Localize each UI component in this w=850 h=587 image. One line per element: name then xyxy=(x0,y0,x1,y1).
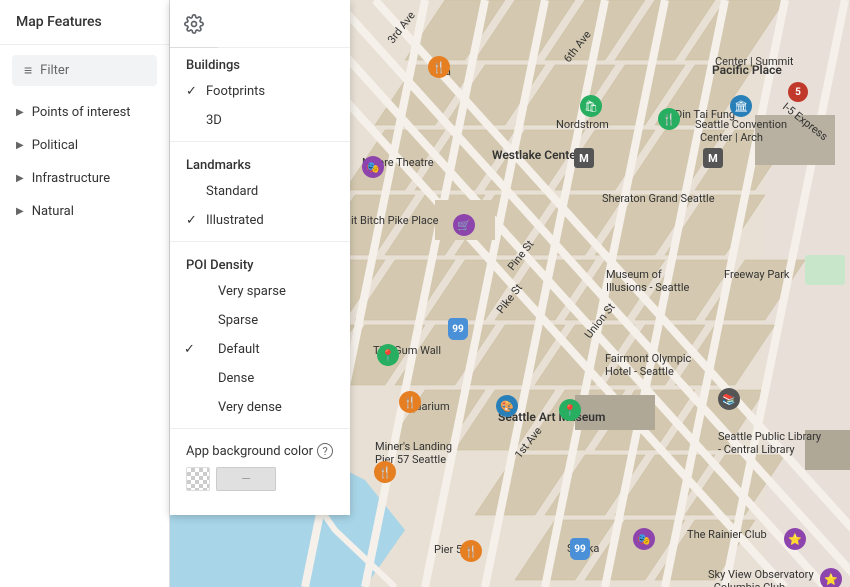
dropdown-item-label-standard: Standard xyxy=(206,184,258,199)
dropdown-item-label-sparse: Sparse xyxy=(218,313,258,328)
sidebar-item-political[interactable]: ▶ Political xyxy=(0,129,169,162)
dropdown-item-label-default: Default xyxy=(218,342,260,357)
poi-miners-food[interactable]: 🍴 xyxy=(374,461,396,483)
poi-skalka[interactable]: 🎭 xyxy=(633,528,655,550)
section-header-landmarks: Landmarks xyxy=(170,148,350,177)
app-bg-text: App background color xyxy=(186,444,313,459)
check-icon-default: ✓ xyxy=(184,342,195,357)
dropdown-item-label-footprints: Footprints xyxy=(206,84,265,99)
gear-icon xyxy=(184,14,204,34)
filter-icon: ≡ xyxy=(24,62,32,79)
dropdown-item-standard[interactable]: Standard xyxy=(170,177,350,206)
chevron-icon-poi: ▶ xyxy=(16,107,24,118)
dropdown-item-label-very-sparse: Very sparse xyxy=(218,284,286,299)
dropdown-item-illustrated[interactable]: ✓ Illustrated xyxy=(170,206,350,235)
route-i5-shield: 5 xyxy=(788,82,808,102)
check-icon-illustrated: ✓ xyxy=(186,213,197,228)
route-99-shield: 99 xyxy=(448,318,468,340)
dropdown-item-sparse[interactable]: Sparse xyxy=(170,306,350,335)
dropdown-item-3d[interactable]: 3D xyxy=(170,106,350,135)
section-header-poi-density: POI Density xyxy=(170,248,350,277)
filter-label: Filter xyxy=(40,63,69,78)
poi-convention-metro[interactable]: M xyxy=(703,148,723,168)
poi-convention[interactable]: 🏛 xyxy=(730,95,752,117)
app-bg-row: App background color ? xyxy=(170,435,350,467)
dropdown-item-very-sparse[interactable]: Very sparse xyxy=(170,277,350,306)
dropdown-item-very-dense[interactable]: Very dense xyxy=(170,393,350,422)
poi-aquarium-food[interactable]: 🍴 xyxy=(399,391,421,413)
sidebar-item-label-natural: Natural xyxy=(32,204,74,219)
dropdown-item-footprints[interactable]: ✓ Footprints xyxy=(170,77,350,106)
color-checker-swatch[interactable] xyxy=(186,467,210,491)
divider-1 xyxy=(170,141,350,142)
sidebar: Map Features ≡ Filter ▶ Points of intere… xyxy=(0,0,170,587)
route-99-shield-2: 99 xyxy=(570,538,590,560)
poi-pike-place[interactable]: 🛒 xyxy=(453,214,475,236)
color-display-value[interactable]: — xyxy=(216,467,276,491)
poi-moore[interactable]: 🎭 xyxy=(362,156,384,178)
chevron-icon-natural: ▶ xyxy=(16,206,24,217)
dropdown-item-label-3d: 3D xyxy=(206,113,222,128)
divider-2 xyxy=(170,241,350,242)
sidebar-item-label-political: Political xyxy=(32,138,78,153)
chevron-icon-political: ▶ xyxy=(16,140,24,151)
sidebar-item-infrastructure[interactable]: ▶ Infrastructure xyxy=(0,162,169,195)
poi-nordstrom[interactable]: 🛍 xyxy=(580,95,602,117)
divider-3 xyxy=(170,428,350,429)
gear-button[interactable] xyxy=(170,0,218,48)
poi-sky-view[interactable]: ⭐ xyxy=(820,568,842,587)
dropdown-item-label-dense: Dense xyxy=(218,371,254,386)
poi-din-tai[interactable]: 🍴 xyxy=(658,108,680,130)
poi-library[interactable]: 📚 xyxy=(718,388,740,410)
sidebar-item-label-infrastructure: Infrastructure xyxy=(32,171,110,186)
dropdown-item-label-illustrated: Illustrated xyxy=(206,213,264,228)
sidebar-title: Map Features xyxy=(0,0,169,45)
sidebar-item-label-poi: Points of interest xyxy=(32,105,131,120)
dropdown-item-label-very-dense: Very dense xyxy=(218,400,282,415)
app-bg-label: App background color ? xyxy=(186,443,333,459)
poi-rainier[interactable]: ⭐ xyxy=(784,528,806,550)
dropdown-item-default[interactable]: ✓ Default xyxy=(170,335,350,364)
poi-gum-wall2[interactable]: 📍 xyxy=(559,399,581,421)
dropdown-panel: Buildings ✓ Footprints 3D Landmarks Stan… xyxy=(170,0,350,515)
dropdown-item-dense[interactable]: Dense xyxy=(170,364,350,393)
sidebar-item-poi[interactable]: ▶ Points of interest xyxy=(0,96,169,129)
help-icon[interactable]: ? xyxy=(317,443,333,459)
poi-westlake-metro[interactable]: M xyxy=(574,148,594,168)
poi-pier55-food[interactable]: 🍴 xyxy=(460,540,482,562)
filter-bar[interactable]: ≡ Filter xyxy=(12,55,157,86)
chevron-icon-infrastructure: ▶ xyxy=(16,173,24,184)
sidebar-item-natural[interactable]: ▶ Natural xyxy=(0,195,169,228)
poi-art-museum[interactable]: 🎨 xyxy=(496,395,518,417)
poi-lola[interactable]: 🍴 xyxy=(428,56,450,78)
section-header-buildings: Buildings xyxy=(170,48,350,77)
poi-gum-wall[interactable]: 📍 xyxy=(377,344,399,366)
check-icon-footprints: ✓ xyxy=(186,84,197,99)
